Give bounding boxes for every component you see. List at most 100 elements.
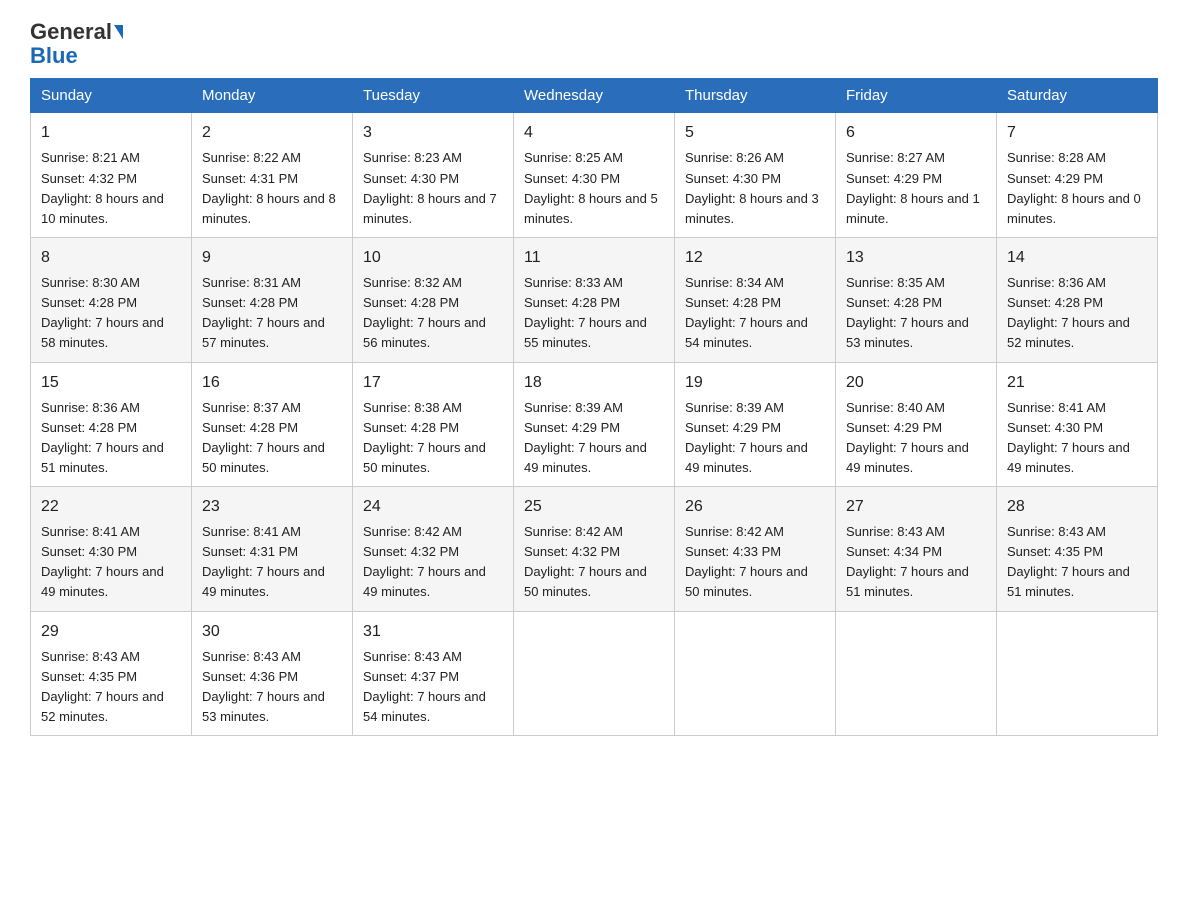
calendar-cell: 11 Sunrise: 8:33 AMSunset: 4:28 PMDaylig…	[514, 237, 675, 362]
day-number: 12	[685, 246, 825, 270]
calendar-cell: 3 Sunrise: 8:23 AMSunset: 4:30 PMDayligh…	[353, 113, 514, 238]
day-info: Sunrise: 8:36 AMSunset: 4:28 PMDaylight:…	[1007, 275, 1130, 350]
day-info: Sunrise: 8:42 AMSunset: 4:33 PMDaylight:…	[685, 524, 808, 599]
day-info: Sunrise: 8:43 AMSunset: 4:35 PMDaylight:…	[41, 649, 164, 724]
day-number: 29	[41, 620, 181, 644]
calendar-cell: 17 Sunrise: 8:38 AMSunset: 4:28 PMDaylig…	[353, 362, 514, 487]
calendar-week-1: 1 Sunrise: 8:21 AMSunset: 4:32 PMDayligh…	[31, 113, 1158, 238]
calendar-cell: 6 Sunrise: 8:27 AMSunset: 4:29 PMDayligh…	[836, 113, 997, 238]
calendar-cell: 4 Sunrise: 8:25 AMSunset: 4:30 PMDayligh…	[514, 113, 675, 238]
calendar-cell	[514, 611, 675, 736]
day-info: Sunrise: 8:39 AMSunset: 4:29 PMDaylight:…	[524, 400, 647, 475]
day-number: 31	[363, 620, 503, 644]
day-info: Sunrise: 8:43 AMSunset: 4:36 PMDaylight:…	[202, 649, 325, 724]
day-number: 1	[41, 121, 181, 145]
day-number: 14	[1007, 246, 1147, 270]
weekday-header-row: SundayMondayTuesdayWednesdayThursdayFrid…	[31, 79, 1158, 113]
day-info: Sunrise: 8:43 AMSunset: 4:37 PMDaylight:…	[363, 649, 486, 724]
logo-triangle-icon	[114, 25, 123, 39]
day-number: 11	[524, 246, 664, 270]
day-info: Sunrise: 8:32 AMSunset: 4:28 PMDaylight:…	[363, 275, 486, 350]
day-number: 10	[363, 246, 503, 270]
calendar-cell	[836, 611, 997, 736]
day-number: 15	[41, 371, 181, 395]
calendar-cell	[675, 611, 836, 736]
page-header: General Blue	[30, 20, 1158, 68]
day-number: 23	[202, 495, 342, 519]
weekday-header-tuesday: Tuesday	[353, 79, 514, 113]
day-number: 22	[41, 495, 181, 519]
calendar-cell: 16 Sunrise: 8:37 AMSunset: 4:28 PMDaylig…	[192, 362, 353, 487]
calendar-cell	[997, 611, 1158, 736]
weekday-header-wednesday: Wednesday	[514, 79, 675, 113]
calendar-cell: 10 Sunrise: 8:32 AMSunset: 4:28 PMDaylig…	[353, 237, 514, 362]
day-info: Sunrise: 8:41 AMSunset: 4:31 PMDaylight:…	[202, 524, 325, 599]
day-info: Sunrise: 8:25 AMSunset: 4:30 PMDaylight:…	[524, 150, 658, 225]
calendar-cell: 21 Sunrise: 8:41 AMSunset: 4:30 PMDaylig…	[997, 362, 1158, 487]
day-info: Sunrise: 8:42 AMSunset: 4:32 PMDaylight:…	[524, 524, 647, 599]
calendar-cell: 20 Sunrise: 8:40 AMSunset: 4:29 PMDaylig…	[836, 362, 997, 487]
day-number: 27	[846, 495, 986, 519]
day-number: 30	[202, 620, 342, 644]
calendar-week-2: 8 Sunrise: 8:30 AMSunset: 4:28 PMDayligh…	[31, 237, 1158, 362]
day-info: Sunrise: 8:33 AMSunset: 4:28 PMDaylight:…	[524, 275, 647, 350]
day-number: 2	[202, 121, 342, 145]
day-number: 17	[363, 371, 503, 395]
day-info: Sunrise: 8:35 AMSunset: 4:28 PMDaylight:…	[846, 275, 969, 350]
day-info: Sunrise: 8:23 AMSunset: 4:30 PMDaylight:…	[363, 150, 497, 225]
day-number: 20	[846, 371, 986, 395]
day-number: 19	[685, 371, 825, 395]
day-info: Sunrise: 8:34 AMSunset: 4:28 PMDaylight:…	[685, 275, 808, 350]
weekday-header-monday: Monday	[192, 79, 353, 113]
calendar-cell: 25 Sunrise: 8:42 AMSunset: 4:32 PMDaylig…	[514, 487, 675, 612]
day-info: Sunrise: 8:30 AMSunset: 4:28 PMDaylight:…	[41, 275, 164, 350]
day-info: Sunrise: 8:21 AMSunset: 4:32 PMDaylight:…	[41, 150, 164, 225]
calendar-week-3: 15 Sunrise: 8:36 AMSunset: 4:28 PMDaylig…	[31, 362, 1158, 487]
calendar-cell: 28 Sunrise: 8:43 AMSunset: 4:35 PMDaylig…	[997, 487, 1158, 612]
calendar-body: 1 Sunrise: 8:21 AMSunset: 4:32 PMDayligh…	[31, 113, 1158, 736]
day-info: Sunrise: 8:26 AMSunset: 4:30 PMDaylight:…	[685, 150, 819, 225]
day-info: Sunrise: 8:36 AMSunset: 4:28 PMDaylight:…	[41, 400, 164, 475]
logo-text-blue: Blue	[30, 44, 78, 68]
day-info: Sunrise: 8:37 AMSunset: 4:28 PMDaylight:…	[202, 400, 325, 475]
day-info: Sunrise: 8:41 AMSunset: 4:30 PMDaylight:…	[41, 524, 164, 599]
calendar-cell: 22 Sunrise: 8:41 AMSunset: 4:30 PMDaylig…	[31, 487, 192, 612]
day-number: 5	[685, 121, 825, 145]
day-number: 28	[1007, 495, 1147, 519]
calendar-cell: 15 Sunrise: 8:36 AMSunset: 4:28 PMDaylig…	[31, 362, 192, 487]
day-number: 9	[202, 246, 342, 270]
day-number: 7	[1007, 121, 1147, 145]
calendar-table: SundayMondayTuesdayWednesdayThursdayFrid…	[30, 78, 1158, 736]
calendar-cell: 9 Sunrise: 8:31 AMSunset: 4:28 PMDayligh…	[192, 237, 353, 362]
calendar-week-4: 22 Sunrise: 8:41 AMSunset: 4:30 PMDaylig…	[31, 487, 1158, 612]
calendar-cell: 24 Sunrise: 8:42 AMSunset: 4:32 PMDaylig…	[353, 487, 514, 612]
day-number: 6	[846, 121, 986, 145]
day-info: Sunrise: 8:27 AMSunset: 4:29 PMDaylight:…	[846, 150, 980, 225]
calendar-cell: 27 Sunrise: 8:43 AMSunset: 4:34 PMDaylig…	[836, 487, 997, 612]
day-info: Sunrise: 8:22 AMSunset: 4:31 PMDaylight:…	[202, 150, 336, 225]
day-info: Sunrise: 8:40 AMSunset: 4:29 PMDaylight:…	[846, 400, 969, 475]
calendar-cell: 5 Sunrise: 8:26 AMSunset: 4:30 PMDayligh…	[675, 113, 836, 238]
logo-text-general: General	[30, 20, 112, 44]
calendar-cell: 7 Sunrise: 8:28 AMSunset: 4:29 PMDayligh…	[997, 113, 1158, 238]
calendar-cell: 2 Sunrise: 8:22 AMSunset: 4:31 PMDayligh…	[192, 113, 353, 238]
day-info: Sunrise: 8:28 AMSunset: 4:29 PMDaylight:…	[1007, 150, 1141, 225]
day-number: 16	[202, 371, 342, 395]
calendar-cell: 26 Sunrise: 8:42 AMSunset: 4:33 PMDaylig…	[675, 487, 836, 612]
day-number: 24	[363, 495, 503, 519]
day-number: 26	[685, 495, 825, 519]
day-info: Sunrise: 8:41 AMSunset: 4:30 PMDaylight:…	[1007, 400, 1130, 475]
calendar-cell: 18 Sunrise: 8:39 AMSunset: 4:29 PMDaylig…	[514, 362, 675, 487]
calendar-cell: 13 Sunrise: 8:35 AMSunset: 4:28 PMDaylig…	[836, 237, 997, 362]
day-info: Sunrise: 8:43 AMSunset: 4:34 PMDaylight:…	[846, 524, 969, 599]
day-info: Sunrise: 8:31 AMSunset: 4:28 PMDaylight:…	[202, 275, 325, 350]
calendar-cell: 14 Sunrise: 8:36 AMSunset: 4:28 PMDaylig…	[997, 237, 1158, 362]
day-number: 8	[41, 246, 181, 270]
weekday-header-saturday: Saturday	[997, 79, 1158, 113]
weekday-header-sunday: Sunday	[31, 79, 192, 113]
logo: General Blue	[30, 20, 123, 68]
calendar-cell: 23 Sunrise: 8:41 AMSunset: 4:31 PMDaylig…	[192, 487, 353, 612]
day-number: 18	[524, 371, 664, 395]
day-number: 3	[363, 121, 503, 145]
calendar-week-5: 29 Sunrise: 8:43 AMSunset: 4:35 PMDaylig…	[31, 611, 1158, 736]
